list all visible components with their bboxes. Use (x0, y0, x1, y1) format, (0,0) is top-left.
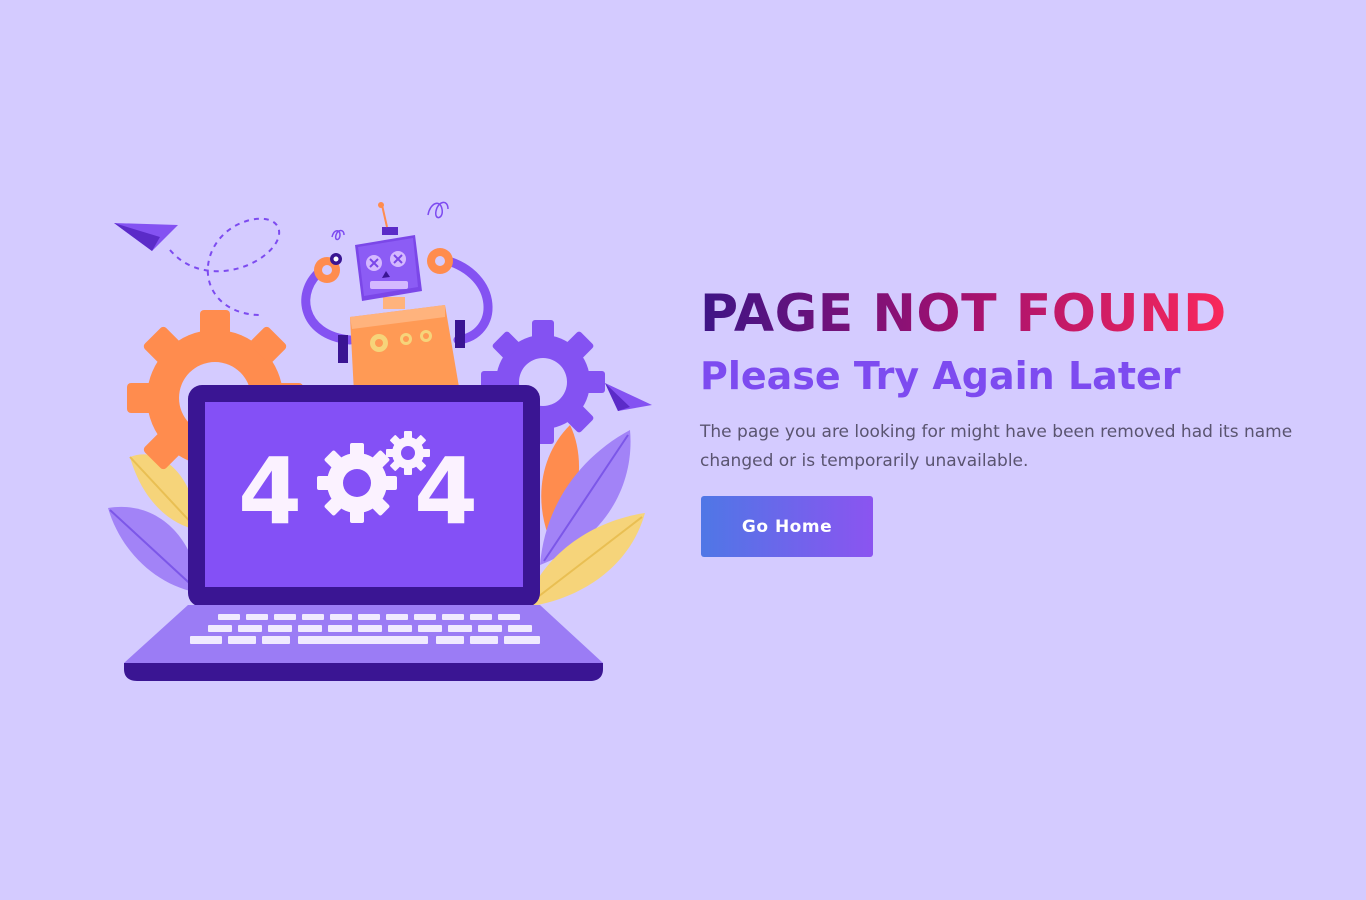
go-home-button[interactable]: Go Home (701, 496, 873, 557)
paper-plane-right-icon (605, 383, 652, 411)
screen-digit-right: 4 (414, 438, 478, 545)
404-illustration: 4 4 (108, 201, 652, 681)
error-description: The page you are looking for might have … (700, 422, 1293, 471)
screen-gear-icon (317, 443, 397, 523)
robot-body (338, 297, 465, 393)
error-page: 4 4 PAGE NOT FOUND Please Try Again Late… (0, 0, 1366, 900)
page-title: PAGE NOT FOUND (700, 282, 1340, 346)
screen-digit-left: 4 (238, 438, 302, 545)
laptop: 4 4 (124, 385, 603, 681)
page-subtitle: Please Try Again Later (700, 354, 1181, 398)
error-content: PAGE NOT FOUND Please Try Again Later Th… (700, 282, 1340, 557)
robot-head-icon (331, 201, 449, 301)
paper-plane-left-icon (114, 217, 281, 316)
